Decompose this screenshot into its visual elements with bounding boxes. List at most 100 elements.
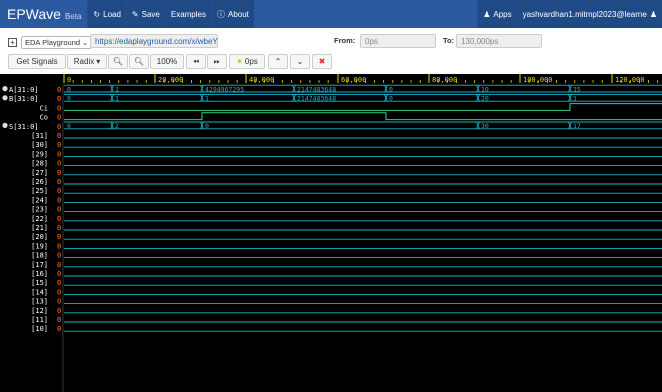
bus-value-label: 4294967295 xyxy=(205,85,244,93)
signal-row[interactable]: [11] 0 xyxy=(31,316,662,324)
signal-row[interactable]: B[31:0] 0 0 1 1 2147483648 0 20 1 xyxy=(2,93,662,103)
signal-value: 0 xyxy=(57,252,61,260)
ruler-label: 20,000 xyxy=(158,76,183,84)
about-button[interactable]: ⓘ About xyxy=(210,0,254,28)
signal-row[interactable]: [21] 0 xyxy=(31,224,662,232)
bus-transition xyxy=(384,85,388,93)
signal-name: [16] xyxy=(31,270,48,278)
from-field[interactable]: 0ps xyxy=(360,34,436,48)
zoom-in-button[interactable]: 🔍︎ xyxy=(129,54,149,69)
signal-row[interactable]: [12] 0 xyxy=(31,307,662,315)
bus-value-label: 1 xyxy=(115,85,119,93)
go-start-button[interactable]: ⏪︎ xyxy=(186,54,206,69)
person-icon: ♟ xyxy=(483,9,491,19)
zoom-level-button[interactable]: 100% xyxy=(150,54,184,69)
magnifier-minus-icon: 🔍︎ xyxy=(112,57,124,66)
next-transition-button[interactable]: ⌄ xyxy=(290,54,310,69)
signal-row[interactable]: [24] 0 xyxy=(31,196,662,204)
signal-row[interactable]: [16] 0 xyxy=(31,270,662,278)
user-menu[interactable]: yashvardhan1.mitmpl2023@learne ♟ xyxy=(516,0,662,28)
examples-label: Examples xyxy=(170,9,206,19)
bus-value-label: 2147483648 xyxy=(297,85,336,93)
signal-row[interactable]: [14] 0 xyxy=(31,288,662,296)
signal-row[interactable]: Co 0 xyxy=(40,112,662,122)
waveform-canvas[interactable]: 0 20,000 40,000 60,000 80,000 100,000 120,000 A… xyxy=(0,74,662,392)
bus-value-label: 0 xyxy=(205,122,209,130)
signal-name: [10] xyxy=(31,325,48,333)
bus-transition xyxy=(568,121,572,129)
signal-row[interactable]: [27] 0 xyxy=(31,169,662,177)
signal-row[interactable]: Ci 0 xyxy=(40,103,662,113)
double-left-icon: ⏪︎ xyxy=(192,56,200,66)
signal-value: 0 xyxy=(57,196,61,204)
signal-value: 0 xyxy=(57,224,61,232)
signal-row[interactable]: [25] 0 xyxy=(31,187,662,195)
signal-row[interactable]: [26] 0 xyxy=(31,178,662,186)
remove-signal-button[interactable]: ✖ xyxy=(312,54,332,69)
bus-value-label: 0 xyxy=(67,122,71,130)
signal-name: [31] xyxy=(31,132,48,140)
signal-row[interactable]: [17] 0 xyxy=(31,261,662,269)
signal-value: 0 xyxy=(57,160,61,168)
signal-name: [26] xyxy=(31,178,48,186)
signal-value: 0 xyxy=(57,242,61,250)
bus-transition xyxy=(110,85,114,93)
signal-row[interactable]: [28] 0 xyxy=(31,160,662,168)
chevron-up-icon: ⌃ xyxy=(274,57,282,66)
signal-row[interactable]: [31] 0 xyxy=(31,132,662,140)
chevron-down-icon: ⌄ xyxy=(82,38,89,47)
signal-row[interactable]: [23] 0 xyxy=(31,206,662,214)
get-signals-button[interactable]: Get Signals xyxy=(8,54,66,69)
signal-row[interactable]: [10] 0 xyxy=(31,325,662,333)
signal-row[interactable]: [22] 0 xyxy=(31,215,662,223)
ci-trace xyxy=(64,103,662,111)
bus-value-label: 10 xyxy=(481,85,489,93)
signal-name: S[31:0] xyxy=(9,123,39,131)
load-button[interactable]: ↻ Load xyxy=(87,0,126,28)
go-end-button[interactable]: ⏩︎ xyxy=(207,54,227,69)
time-ruler[interactable] xyxy=(0,74,662,84)
url-field[interactable]: https://edaplayground.com/x/wbeY xyxy=(90,34,218,48)
examples-button[interactable]: Examples xyxy=(164,0,211,28)
signal-row[interactable]: S[31:0] 0 0 2 0 30 17 xyxy=(2,121,662,131)
signal-value: 0 xyxy=(57,316,61,324)
signal-value: 0 xyxy=(57,288,61,296)
signal-row[interactable]: [20] 0 xyxy=(31,233,662,241)
signal-row[interactable]: [19] 0 xyxy=(31,242,662,250)
bus-value-label: 0 xyxy=(389,95,393,103)
bus-transition xyxy=(110,94,114,102)
signal-name: [12] xyxy=(31,307,48,315)
waveform-viewer[interactable]: 0 20,000 40,000 60,000 80,000 100,000 120,000 A… xyxy=(0,74,662,392)
signal-row[interactable]: [15] 0 xyxy=(31,279,662,287)
url-value: https://edaplayground.com/x/wbeY xyxy=(95,36,218,46)
signal-row[interactable]: A[31:0] 0 0 1 4294967295 2147483648 0 10 15 xyxy=(2,84,662,94)
expand-icon[interactable] xyxy=(2,95,8,101)
signal-row[interactable]: [29] 0 xyxy=(31,150,662,158)
source-select[interactable]: EDA Playground ⌄ xyxy=(21,36,93,49)
expand-icon[interactable] xyxy=(2,122,8,128)
prev-transition-button[interactable]: ⌃ xyxy=(268,54,288,69)
reload-icon: ↻ xyxy=(93,9,101,19)
radix-dropdown[interactable]: Radix ▾ xyxy=(67,54,107,69)
signal-row[interactable]: [18] 0 xyxy=(31,252,662,260)
signal-value: 0 xyxy=(57,233,61,241)
bus-transition xyxy=(292,94,296,102)
cursor-time-button[interactable]: ✴ 0ps xyxy=(229,54,265,69)
save-button[interactable]: ✎ Save xyxy=(125,0,165,28)
signal-value: 0 xyxy=(57,215,61,223)
brand[interactable]: EPWave Beta xyxy=(0,6,87,22)
top-navbar: EPWave Beta ↻ Load ✎ Save Examples ⓘ Abo… xyxy=(0,0,662,28)
apps-button[interactable]: ♟ Apps xyxy=(477,0,517,28)
plus-square-icon[interactable]: + xyxy=(8,38,17,47)
signal-row[interactable]: [30] 0 xyxy=(31,141,662,149)
expand-icon[interactable] xyxy=(2,86,8,92)
ruler-label: 80,000 xyxy=(432,76,457,84)
signal-name: [24] xyxy=(31,196,48,204)
bus-transition xyxy=(476,121,480,129)
signal-name: [27] xyxy=(31,169,48,177)
person-icon: ♟ xyxy=(649,9,657,19)
to-field[interactable]: 130,000ps xyxy=(456,34,542,48)
signal-row[interactable]: [13] 0 xyxy=(31,298,662,306)
radix-label: Radix xyxy=(73,57,95,66)
zoom-out-button[interactable]: 🔍︎ xyxy=(108,54,128,69)
